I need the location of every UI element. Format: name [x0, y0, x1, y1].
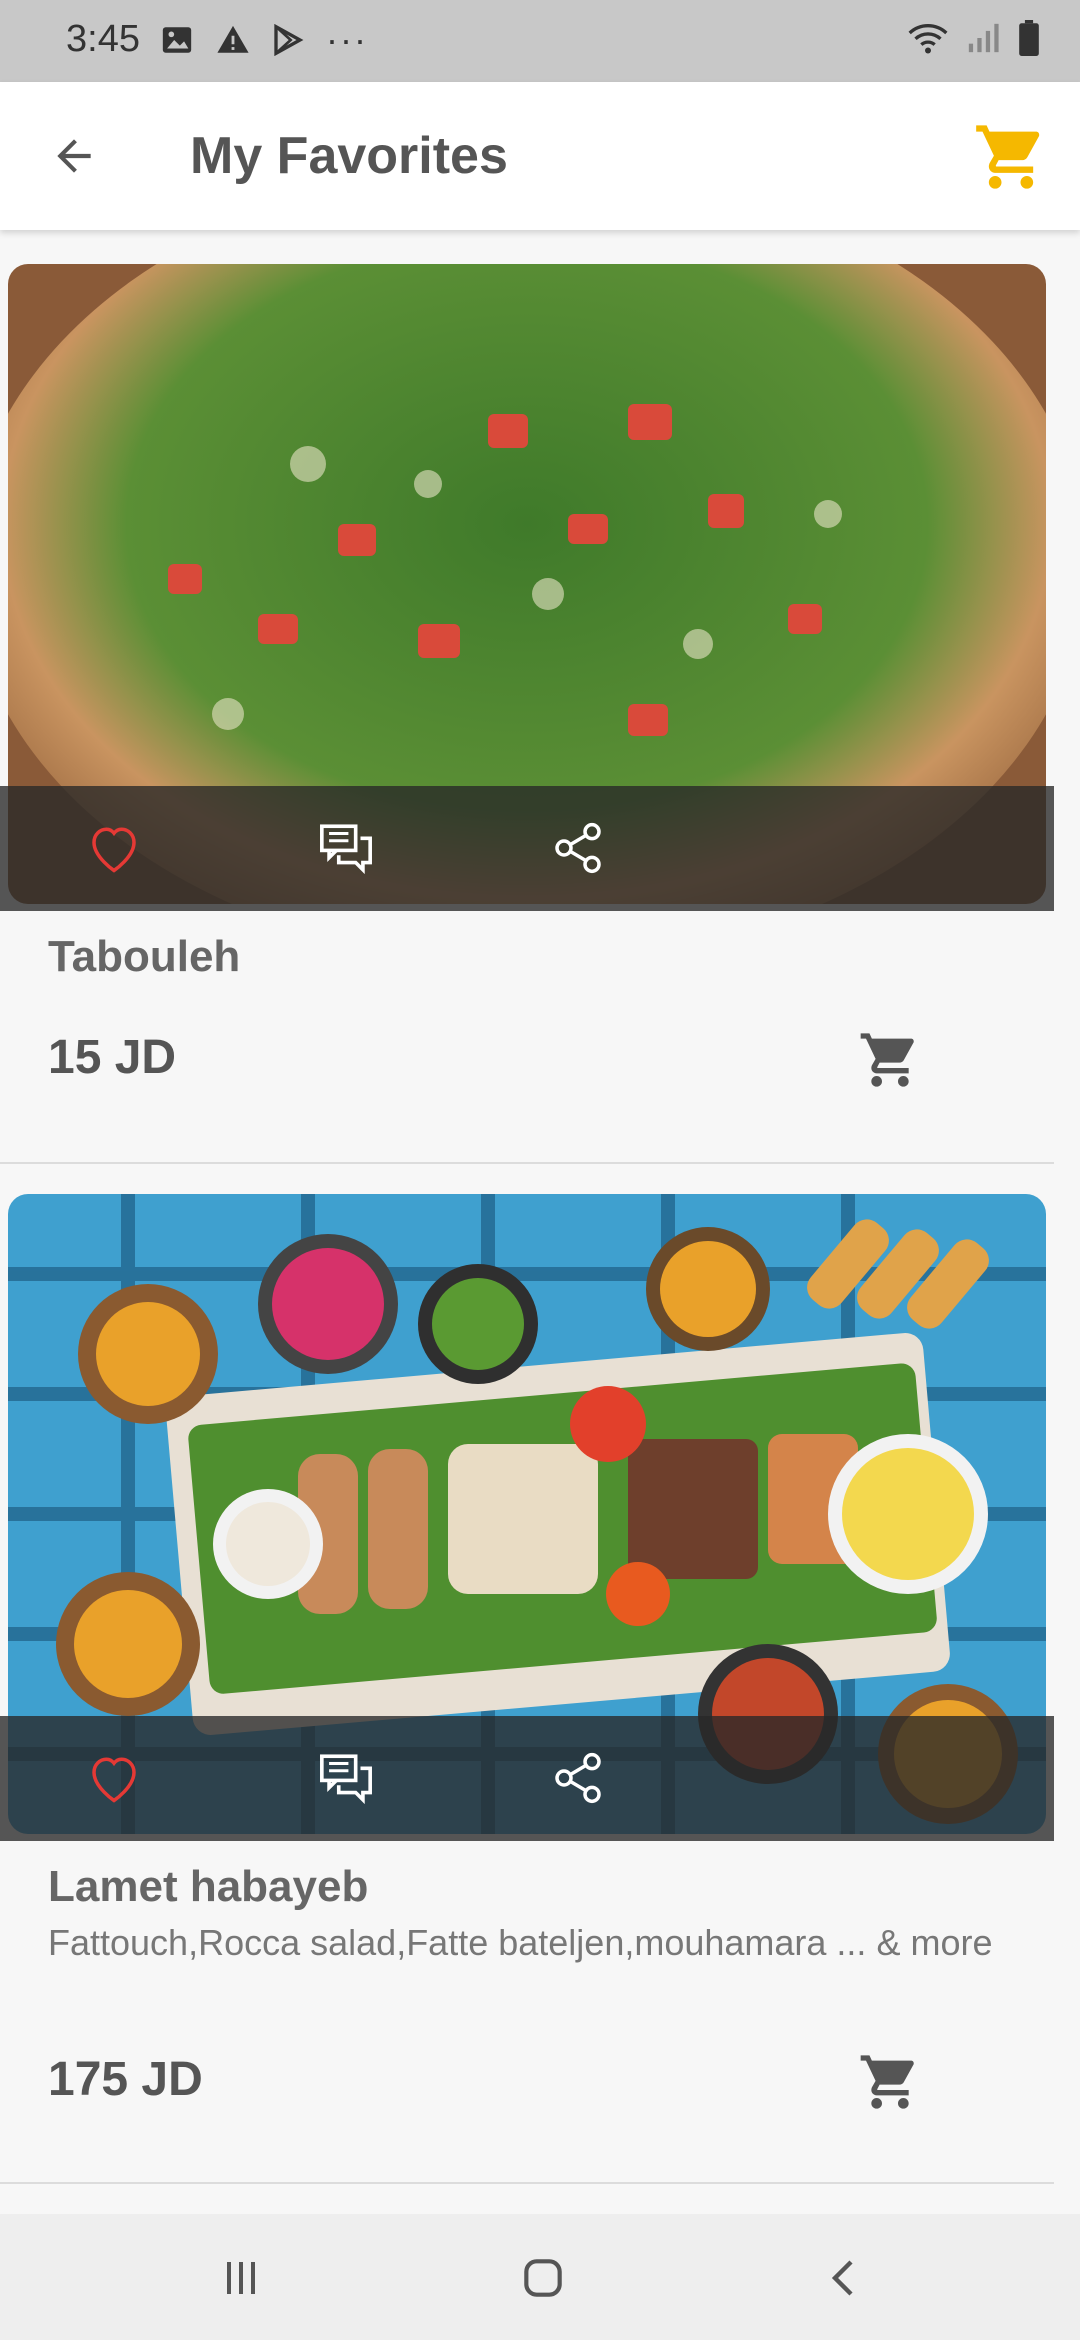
recent-apps-icon [227, 2262, 255, 2294]
share-icon [555, 822, 601, 874]
home-button[interactable] [508, 2246, 578, 2310]
home-icon [524, 2259, 562, 2297]
item-price: 175 JD [48, 2053, 203, 2106]
cart-icon [860, 1033, 914, 1087]
item-description: Fattouch,Rocca salad,Fatte bateljen,mouh… [48, 1922, 993, 1963]
system-navigation-bar [0, 2214, 1080, 2340]
back-button[interactable] [40, 122, 108, 190]
add-to-cart-button[interactable] [854, 1024, 926, 1096]
comments-button[interactable] [314, 1746, 378, 1810]
cart-icon [976, 125, 1040, 189]
status-system-icons [908, 20, 1040, 56]
status-notifications: ··· [160, 22, 368, 58]
app-bar: My Favorites [0, 82, 1080, 230]
page-title: My Favorites [190, 127, 508, 185]
more-notifications-icon: ··· [326, 19, 368, 60]
signal-icon [968, 23, 999, 53]
arrow-left-icon [57, 139, 91, 173]
add-to-cart-button[interactable] [854, 2046, 926, 2118]
item-name: Lamet habayeb [48, 1862, 369, 1911]
item-divider [0, 2182, 1054, 2184]
item-actions-bar [0, 786, 1054, 911]
share-button[interactable] [546, 816, 610, 880]
favorite-button[interactable] [82, 1746, 146, 1810]
item-price: 15 JD [48, 1031, 177, 1084]
nav-back-button[interactable] [810, 2246, 880, 2310]
play-store-icon [274, 24, 304, 56]
image-icon [162, 27, 192, 53]
favorite-item[interactable]: Lamet habayeb Fattouch,Rocca salad,Fatte… [0, 1194, 1080, 2184]
cart-icon [860, 2055, 914, 2109]
heart-icon [92, 1757, 136, 1803]
warning-icon [217, 25, 249, 53]
recent-apps-button[interactable] [206, 2246, 276, 2310]
favorite-item[interactable]: Tabouleh 15 JD [0, 264, 1080, 1164]
comments-icon [320, 1754, 372, 1805]
status-time: 3:45 [66, 18, 140, 60]
share-icon [555, 1752, 601, 1804]
share-button[interactable] [546, 1746, 610, 1810]
back-icon [831, 2260, 853, 2296]
heart-icon [92, 827, 136, 873]
item-divider [0, 1162, 1054, 1164]
status-bar: 3:45 ··· [0, 0, 1080, 82]
item-name: Tabouleh [48, 932, 241, 981]
battery-icon [1019, 20, 1039, 56]
cart-button[interactable] [972, 118, 1050, 196]
item-actions-bar [0, 1716, 1054, 1841]
favorite-button[interactable] [82, 816, 146, 880]
comments-icon [320, 824, 372, 875]
wifi-icon [908, 24, 948, 54]
comments-button[interactable] [314, 816, 378, 880]
